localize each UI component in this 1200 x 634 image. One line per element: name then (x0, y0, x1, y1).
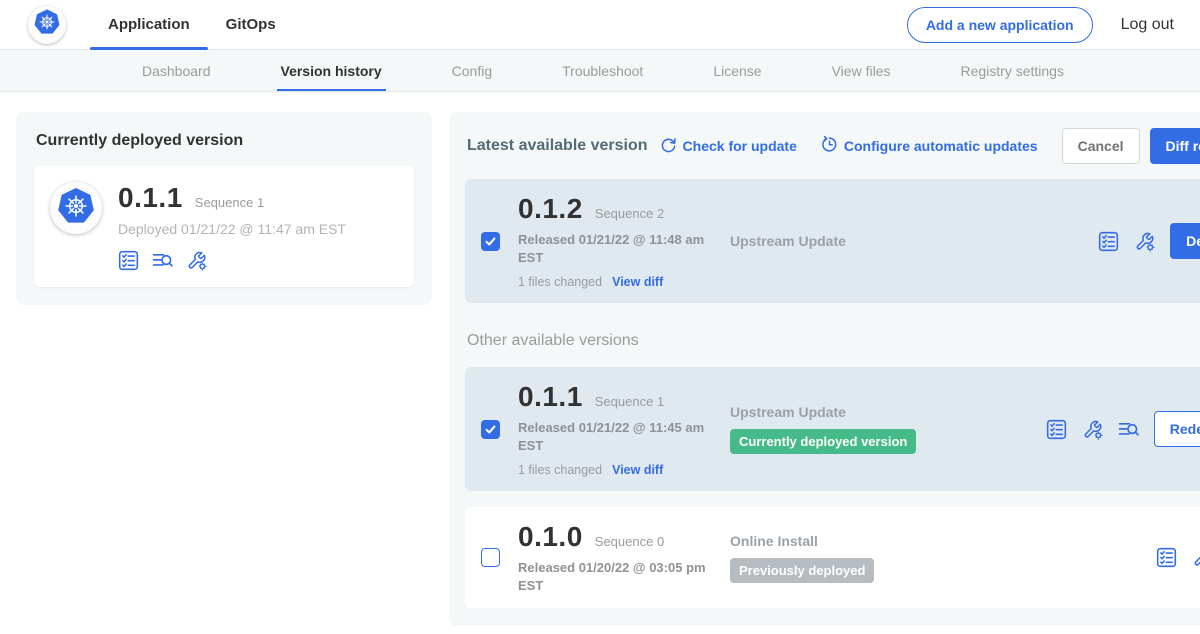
files-changed-label: 1 files changed (518, 275, 602, 289)
deployed-version-card: 0.1.1 Sequence 1 Deployed 01/21/22 @ 11:… (34, 166, 414, 287)
deploy-button[interactable]: Deploy (1170, 223, 1200, 259)
view-diff-link[interactable]: View diff (612, 463, 663, 477)
version-checkbox[interactable] (481, 420, 500, 439)
nav-tab-application-label: Application (108, 16, 190, 33)
preflight-checklist-icon[interactable] (118, 250, 139, 271)
version-source: Upstream Update (730, 233, 1098, 249)
schedule-clock-icon (821, 136, 838, 156)
nav-tab-application[interactable]: Application (102, 0, 196, 50)
deployed-timestamp: Deployed 01/21/22 @ 11:47 am EST (118, 221, 346, 237)
diff-releases-button[interactable]: Diff releases (1150, 128, 1200, 164)
status-badge: Currently deployed version (730, 429, 916, 454)
nav-tab-gitops[interactable]: GitOps (220, 0, 282, 50)
top-bar: Application GitOps Add a new application… (0, 0, 1200, 50)
check-for-update-link[interactable]: Check for update (660, 136, 797, 156)
logout-link[interactable]: Log out (1121, 16, 1174, 34)
add-new-application-button[interactable]: Add a new application (907, 7, 1093, 43)
checklist-icon[interactable] (1156, 547, 1177, 568)
tab-license[interactable]: License (709, 50, 765, 91)
version-info: 0.1.1 Sequence 1 Released 01/21/22 @ 11:… (518, 381, 730, 477)
tab-view-files[interactable]: View files (828, 50, 895, 91)
edit-config-icon[interactable] (186, 250, 207, 271)
version-number: 0.1.0 (518, 521, 583, 553)
version-info: 0.1.0 Sequence 0 Released 01/20/22 @ 03:… (518, 521, 730, 594)
kubernetes-wheel-icon (56, 186, 96, 231)
tab-config[interactable]: Config (448, 50, 496, 91)
version-row: 0.1.2 Sequence 2 Released 01/21/22 @ 11:… (465, 179, 1200, 303)
version-source: Online Install Previously deployed (730, 533, 1156, 583)
redeploy-button[interactable]: Redeploy (1154, 411, 1200, 447)
row-actions: Deploy (1098, 223, 1200, 259)
version-source: Upstream Update Currently deployed versi… (730, 404, 1046, 454)
source-label: Upstream Update (730, 404, 1046, 420)
checklist-icon[interactable] (1098, 231, 1119, 252)
app-logo (50, 182, 102, 234)
cancel-button[interactable]: Cancel (1062, 128, 1140, 164)
tab-dashboard[interactable]: Dashboard (138, 50, 215, 91)
version-rows: 0.1.2 Sequence 2 Released 01/21/22 @ 11:… (465, 179, 1200, 608)
panel-header: Latest available version Check for updat… (465, 128, 1200, 164)
released-timestamp: Released 01/21/22 @ 11:45 am EST (518, 419, 710, 454)
sequence-label: Sequence 2 (595, 206, 664, 221)
version-checkbox[interactable] (481, 548, 500, 567)
version-row: 0.1.1 Sequence 1 Released 01/21/22 @ 11:… (465, 367, 1200, 491)
other-available-versions-title: Other available versions (467, 332, 1200, 350)
version-number: 0.1.1 (518, 381, 583, 413)
configure-automatic-updates-link[interactable]: Configure automatic updates (821, 136, 1038, 156)
files-line: 1 files changed View diff (518, 275, 730, 289)
sequence-label: Sequence 1 (595, 394, 664, 409)
deployed-version-actions (118, 250, 346, 271)
deployed-sequence-label: Sequence 1 (195, 195, 264, 210)
currently-deployed-title: Currently deployed version (36, 132, 414, 150)
app-subnav: Dashboard Version history Config Trouble… (0, 50, 1200, 92)
status-badge: Previously deployed (730, 558, 874, 583)
refresh-icon (660, 136, 677, 156)
wrench-gear-icon[interactable] (1082, 419, 1103, 440)
currently-deployed-card: Currently deployed version 0.1.1 Sequenc… (16, 112, 432, 305)
files-line: 1 files changed View diff (518, 463, 730, 477)
deployed-version-number: 0.1.1 (118, 182, 183, 214)
source-label: Upstream Update (730, 233, 1098, 249)
sequence-label: Sequence 0 (595, 534, 664, 549)
wrench-gear-icon[interactable] (1134, 231, 1155, 252)
lines-magnifier-icon[interactable] (1118, 419, 1139, 440)
tab-version-history[interactable]: Version history (277, 50, 386, 91)
latest-available-title: Latest available version (467, 137, 648, 155)
checklist-icon[interactable] (1046, 419, 1067, 440)
row-actions (1156, 547, 1200, 568)
files-changed-label: 1 files changed (518, 463, 602, 477)
version-info: 0.1.2 Sequence 2 Released 01/21/22 @ 11:… (518, 193, 730, 289)
version-row: 0.1.0 Sequence 0 Released 01/20/22 @ 03:… (465, 507, 1200, 608)
nav-tab-gitops-label: GitOps (226, 16, 276, 33)
view-files-icon[interactable] (152, 250, 173, 271)
source-label: Online Install (730, 533, 1156, 549)
tab-troubleshoot[interactable]: Troubleshoot (558, 50, 647, 91)
version-number: 0.1.2 (518, 193, 583, 225)
version-checkbox[interactable] (481, 232, 500, 251)
kubernetes-logo (28, 6, 66, 44)
released-timestamp: Released 01/20/22 @ 03:05 pm EST (518, 559, 710, 594)
view-diff-link[interactable]: View diff (612, 275, 663, 289)
available-versions-panel: Latest available version Check for updat… (449, 112, 1200, 626)
wrench-eye-icon[interactable] (1192, 547, 1200, 568)
check-for-update-label: Check for update (683, 138, 797, 154)
kubernetes-wheel-icon (33, 8, 61, 41)
configure-updates-label: Configure automatic updates (844, 138, 1038, 154)
main-content: Currently deployed version 0.1.1 Sequenc… (0, 92, 1200, 626)
tab-registry-settings[interactable]: Registry settings (956, 50, 1067, 91)
released-timestamp: Released 01/21/22 @ 11:48 am EST (518, 231, 710, 266)
row-actions: Redeploy (1046, 411, 1200, 447)
